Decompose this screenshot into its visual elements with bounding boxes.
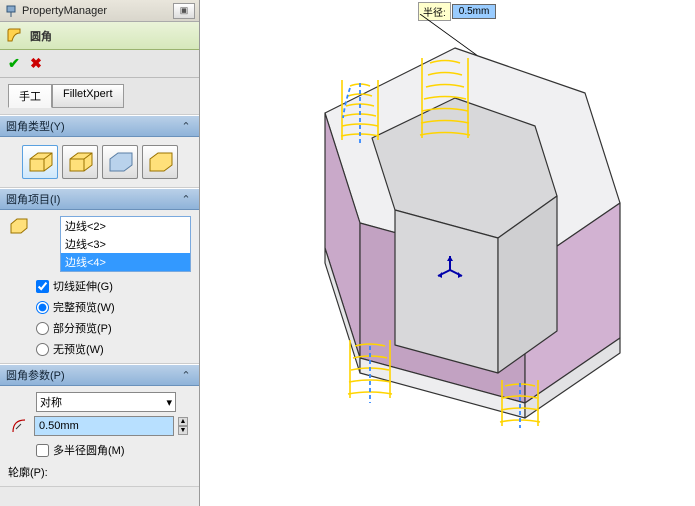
radius-icon xyxy=(8,417,30,435)
confirm-toolbar: ✔ ✖ xyxy=(0,50,199,78)
edge-list[interactable]: 边线<2> 边线<3> 边线<4> xyxy=(60,216,191,272)
tab-filletxpert[interactable]: FilletXpert xyxy=(52,84,124,108)
fillet-type-face[interactable] xyxy=(102,145,138,179)
section-fillet-items-header[interactable]: 圆角项目(I) ⌃ xyxy=(0,188,199,210)
property-manager-panel: PropertyManager ▣ 圆角 ✔ ✖ 手工 FilletXpert … xyxy=(0,0,200,506)
no-preview-radio[interactable]: 无预览(W) xyxy=(36,341,191,357)
collapse-icon: ⌃ xyxy=(179,368,193,382)
list-item[interactable]: 边线<3> xyxy=(61,235,190,253)
section-fillet-type-header[interactable]: 圆角类型(Y) ⌃ xyxy=(0,115,199,137)
section-fillet-params-body: 对称▾ ▲▼ 多半径圆角(M) 轮廓(P): xyxy=(0,386,199,487)
section-title: 圆角参数(P) xyxy=(6,367,65,383)
section-fillet-params-header[interactable]: 圆角参数(P) ⌃ xyxy=(0,364,199,386)
radius-input-row: ▲▼ xyxy=(8,416,191,436)
cancel-button[interactable]: ✖ xyxy=(26,54,46,74)
radius-spinner[interactable]: ▲▼ xyxy=(178,417,188,435)
collapse-icon: ⌃ xyxy=(179,192,193,206)
symmetry-select[interactable]: 对称▾ xyxy=(36,392,176,412)
multi-radius-checkbox[interactable]: 多半径圆角(M) xyxy=(36,442,191,458)
radius-callout[interactable]: 半径: 0.5mm xyxy=(418,2,496,21)
fillet-type-constant[interactable] xyxy=(22,145,58,179)
fillet-icon xyxy=(6,27,24,45)
mode-tabs: 手工 FilletXpert xyxy=(0,78,199,115)
section-title: 圆角项目(I) xyxy=(6,191,60,207)
graphics-viewport[interactable]: 半径: 0.5mm xyxy=(200,0,695,506)
tangent-propagation-checkbox[interactable]: 切线延伸(G) xyxy=(36,278,191,294)
ok-button[interactable]: ✔ xyxy=(4,54,24,74)
feature-name: 圆角 xyxy=(30,28,52,44)
section-fillet-items-body: 边线<2> 边线<3> 边线<4> 切线延伸(G) 完整预览(W) 部分预览(P… xyxy=(0,210,199,364)
list-item[interactable]: 边线<2> xyxy=(61,217,190,235)
profile-label: 轮廓(P): xyxy=(8,464,191,480)
callout-value[interactable]: 0.5mm xyxy=(452,4,497,19)
pm-header: PropertyManager ▣ xyxy=(0,0,199,22)
pm-title: PropertyManager xyxy=(22,5,169,17)
pm-menu-button[interactable]: ▣ xyxy=(173,3,195,19)
edge-select-icon xyxy=(8,216,30,238)
feature-title-row: 圆角 xyxy=(0,22,199,50)
section-title: 圆角类型(Y) xyxy=(6,118,65,134)
full-preview-radio[interactable]: 完整预览(W) xyxy=(36,299,191,315)
list-item[interactable]: 边线<4> xyxy=(61,253,190,271)
pushpin-icon[interactable] xyxy=(4,4,18,18)
radius-input[interactable] xyxy=(34,416,174,436)
section-fillet-type-body xyxy=(0,137,199,188)
view-triad-icon[interactable] xyxy=(432,252,468,288)
fillet-type-full-round[interactable] xyxy=(142,145,178,179)
partial-preview-radio[interactable]: 部分预览(P) xyxy=(36,320,191,336)
chevron-down-icon: ▾ xyxy=(166,396,172,409)
callout-label: 半径: xyxy=(418,2,451,21)
tab-manual[interactable]: 手工 xyxy=(8,84,52,108)
collapse-icon: ⌃ xyxy=(179,119,193,133)
fillet-type-variable[interactable] xyxy=(62,145,98,179)
